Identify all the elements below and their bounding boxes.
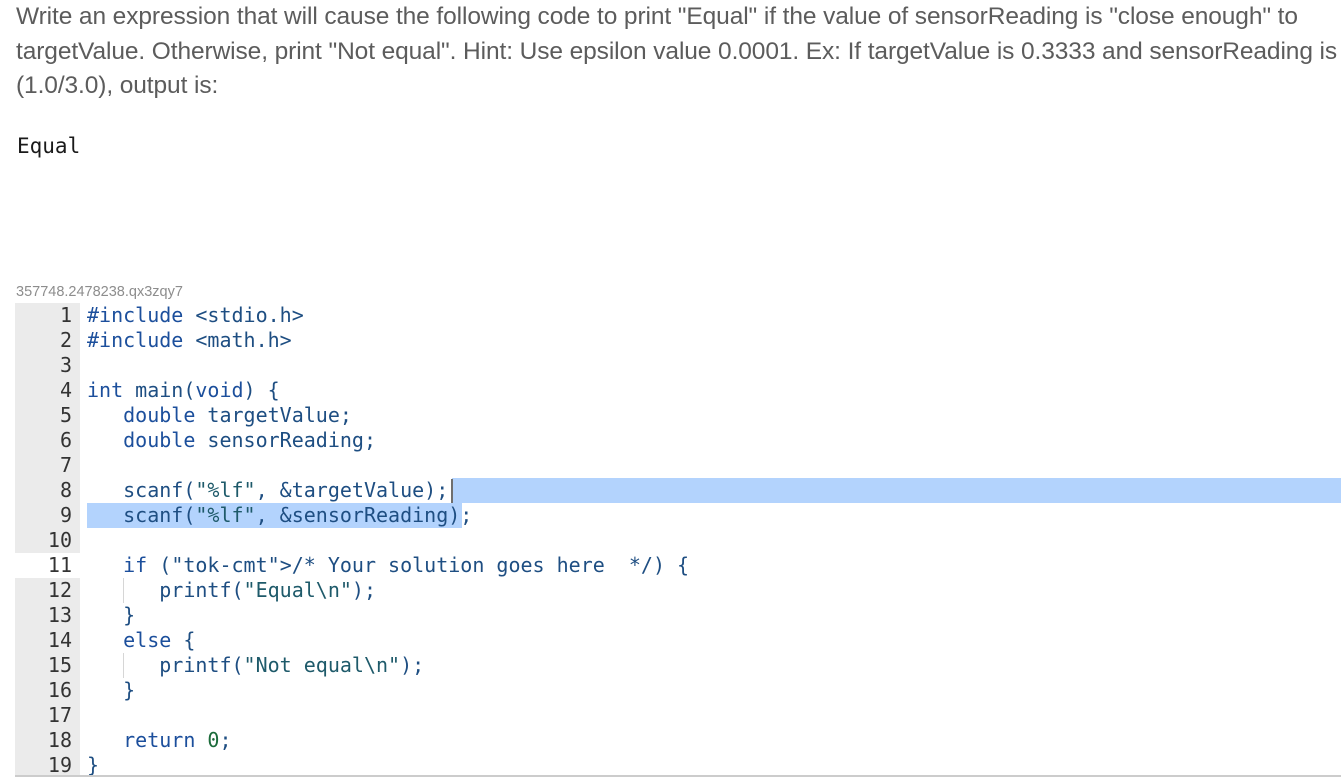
problem-prompt: Write an expression that will cause the … — [16, 0, 1338, 104]
code-text[interactable]: if ("tok-cmt">/* Your solution goes here… — [87, 553, 689, 578]
code-text[interactable]: else { — [87, 628, 195, 653]
code-line[interactable]: 10 — [15, 528, 1341, 553]
code-line[interactable]: 5 double targetValue; — [15, 403, 1341, 428]
code-text[interactable]: return 0; — [87, 728, 231, 753]
prompt-line-3: (1.0/3.0), output is: — [16, 72, 219, 99]
code-text[interactable]: } — [87, 678, 135, 703]
line-number: 18 — [47, 728, 72, 752]
line-number: 2 — [59, 328, 72, 352]
line-number: 7 — [59, 453, 72, 477]
code-line[interactable]: 3 — [15, 353, 1341, 378]
line-number: 4 — [59, 378, 72, 402]
line-number: 16 — [47, 678, 72, 702]
line-number: 15 — [47, 653, 72, 677]
code-line[interactable]: 7 — [15, 453, 1341, 478]
code-line[interactable]: 1 #include <stdio.h> — [15, 303, 1341, 328]
code-text[interactable]: } — [87, 753, 99, 775]
code-text[interactable]: scanf("%lf", &targetValue); — [87, 478, 448, 503]
prompt-line-1: Write an expression that will cause the … — [16, 3, 1298, 30]
code-line[interactable]: 4 int main(void) { — [15, 378, 1341, 403]
line-number: 12 — [47, 578, 72, 602]
code-line[interactable]: 2 #include <math.h> — [15, 328, 1341, 353]
code-line[interactable]: 19} — [15, 753, 1341, 777]
line-number: 19 — [47, 753, 72, 777]
line-number: 8 — [59, 478, 72, 502]
code-text[interactable]: #include <stdio.h> — [87, 303, 304, 328]
code-text[interactable]: printf("Not equal\n"); — [87, 653, 424, 678]
code-text[interactable]: } — [87, 603, 135, 628]
line-number: 1 — [59, 303, 72, 327]
code-text[interactable]: scanf("%lf", &sensorReading); — [87, 503, 472, 528]
line-number: 10 — [47, 528, 72, 552]
code-text[interactable]: double sensorReading; — [87, 428, 376, 453]
line-number: 6 — [59, 428, 72, 452]
line-number: 5 — [59, 403, 72, 427]
code-line[interactable]: 15 printf("Not equal\n"); — [15, 653, 1341, 678]
line-number: 14 — [47, 628, 72, 652]
code-text[interactable]: double targetValue; — [87, 403, 352, 428]
code-identifier: 357748.2478238.qx3zqy7 — [16, 284, 183, 300]
line-number: 9 — [59, 503, 72, 527]
code-text[interactable]: printf("Equal\n"); — [87, 578, 376, 603]
example-output: Equal — [17, 134, 81, 158]
line-number: 17 — [47, 703, 72, 727]
code-text[interactable]: #include <math.h> — [87, 328, 292, 353]
code-line[interactable]: 18 return 0; — [15, 728, 1341, 753]
line-number: 3 — [59, 353, 72, 377]
code-line[interactable]: 8 scanf("%lf", &targetValue); — [15, 478, 1341, 503]
line-number: 13 — [47, 603, 72, 627]
code-text[interactable]: int main(void) { — [87, 378, 280, 403]
code-line[interactable]: 13 } — [15, 603, 1341, 628]
code-line[interactable]: 11 if ("tok-cmt">/* Your solution goes h… — [15, 553, 1341, 578]
prompt-line-2: targetValue. Otherwise, print "Not equal… — [16, 37, 1338, 65]
code-line[interactable]: 17 — [15, 703, 1341, 728]
code-line[interactable]: 12 printf("Equal\n"); — [15, 578, 1341, 603]
code-line[interactable]: 14 else { — [15, 628, 1341, 653]
code-line[interactable]: 9 scanf("%lf", &sensorReading); — [15, 503, 1341, 528]
code-line[interactable]: 16 } — [15, 678, 1341, 703]
line-number: 11 — [47, 553, 72, 577]
code-line[interactable]: 6 double sensorReading; — [15, 428, 1341, 453]
code-editor[interactable]: 1 #include <stdio.h> 2 #include <math.h> 3 4 i… — [15, 303, 1341, 777]
